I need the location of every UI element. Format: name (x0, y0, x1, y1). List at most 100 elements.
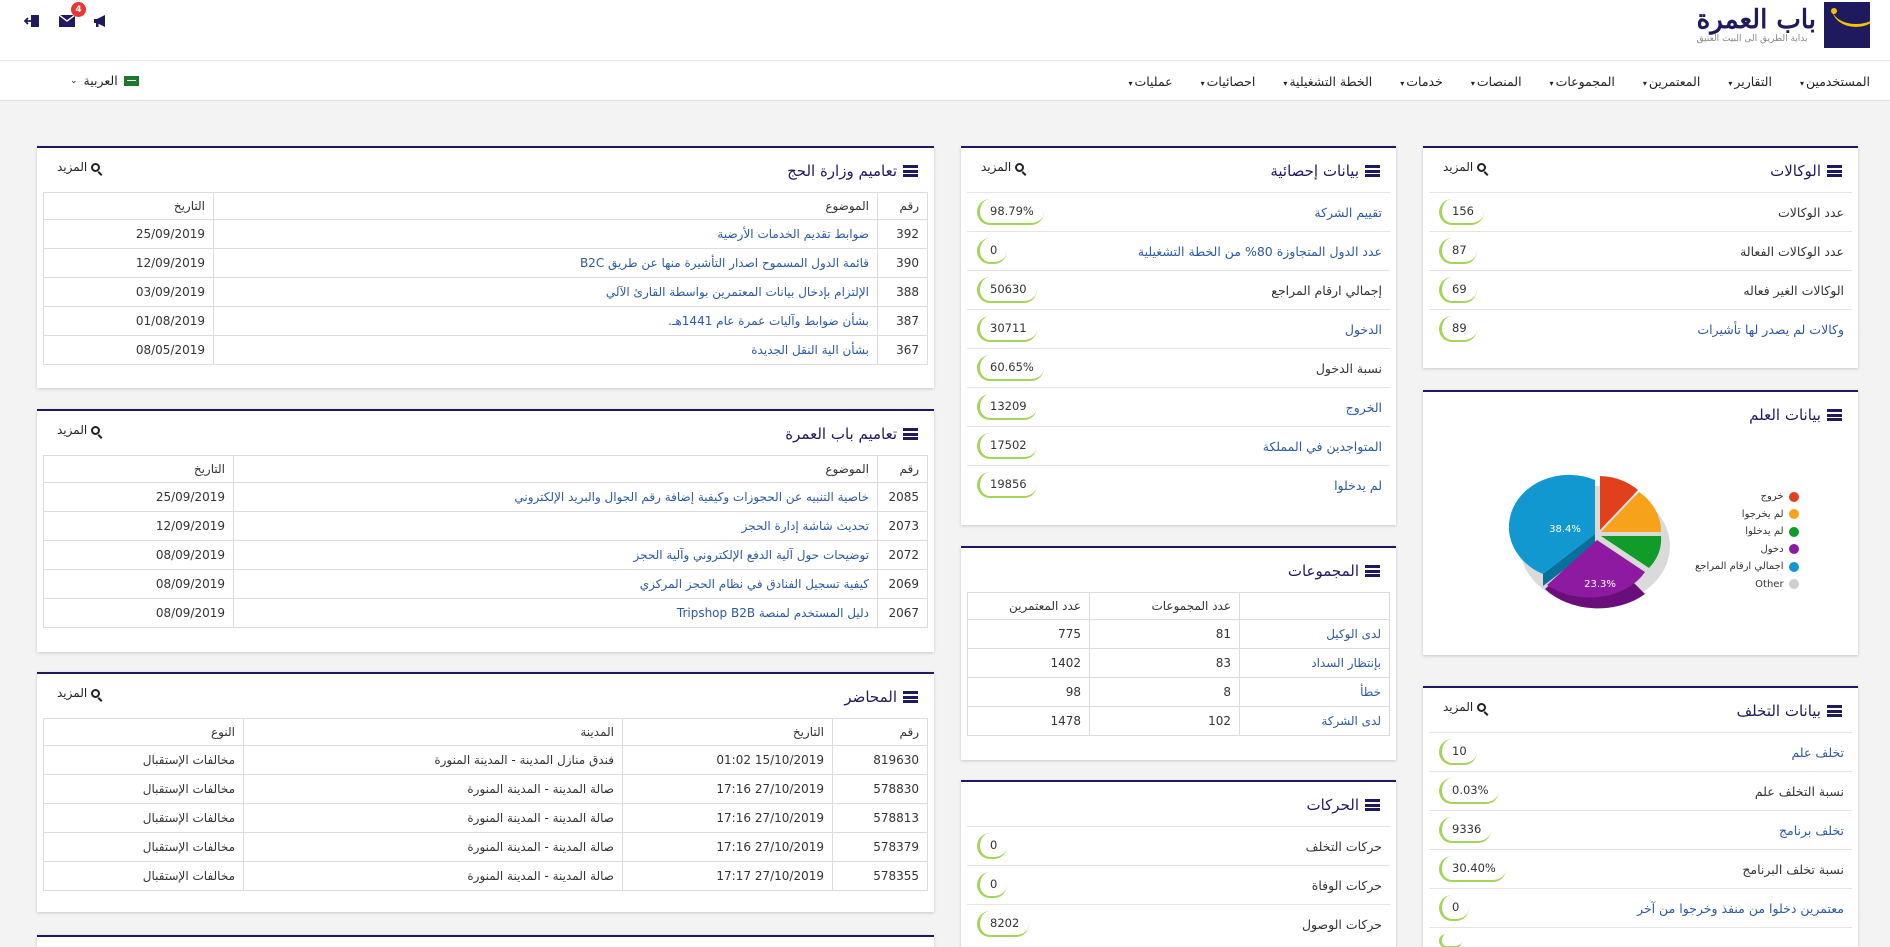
legend-item[interactable]: Other (1695, 576, 1799, 594)
groups-cell[interactable]: لدى الوكيل (1239, 619, 1390, 649)
stats-row-label[interactable]: الخروج (1346, 400, 1382, 415)
statistics-more-link[interactable]: المزيد (981, 160, 1025, 174)
groups-cell[interactable]: لدى الشركة (1239, 706, 1390, 736)
main-nav: المستخدمين▾ التقارير▾ المعتمرين▾ المجموعات▾… (0, 61, 1890, 101)
caret-down-icon: ▾ (1283, 78, 1288, 88)
legend-item[interactable]: دخول (1695, 541, 1799, 559)
flag-data-panel: بيانات العلم 38.4% 23.3% خروج لم يخرجوا لم… (1423, 390, 1858, 655)
ministry-more-link[interactable]: المزيد (57, 160, 101, 174)
legend-item[interactable]: خروج (1695, 488, 1799, 506)
movements-row-value: 0 (977, 833, 1008, 859)
stats-row-value: 19856 (977, 472, 1037, 498)
ministry-header-cell: التاريخ (43, 192, 214, 220)
legend-dot (1788, 509, 1799, 520)
nav-item-label: المجموعات (1555, 73, 1615, 89)
logo[interactable]: باب العمرة بداية الطريق الى البيت العتيق (1697, 2, 1870, 48)
absconding-row-label[interactable]: تخلف برنامج (1779, 823, 1844, 838)
babumrah-cell[interactable]: دليل المستخدم لمنصة Tripshop B2B (233, 598, 878, 628)
babumrah-more-link[interactable]: المزيد (57, 423, 101, 437)
legend-item[interactable]: اجمالي ارقام المراجع (1695, 558, 1799, 576)
legend-item[interactable]: لم يدخلوا (1695, 523, 1799, 541)
absconding-row-value (1439, 934, 1462, 947)
ministry-cell: 03/09/2019 (43, 277, 214, 307)
absconding-row-label[interactable]: تخلف علم (1791, 745, 1844, 760)
absconding-row-value: 30.40% (1439, 856, 1506, 882)
nav-item-1[interactable]: التقارير▾ (1728, 74, 1772, 89)
nav-item-8[interactable]: عمليات▾ (1128, 74, 1172, 89)
babumrah-cell[interactable]: خاصية التنبيه عن الحجوزات وكيفية إضافة ر… (233, 482, 878, 512)
babumrah-cell[interactable]: توضيحات حول آلية الدفع الإلكتروني وآلية … (233, 540, 878, 570)
legend-label: Other (1755, 578, 1784, 590)
ministry-cell[interactable]: ضوابط تقديم الخدمات الأرضية (213, 219, 878, 249)
babumrah-header-cell: التاريخ (43, 455, 234, 483)
nav-item-4[interactable]: المنصات▾ (1471, 74, 1522, 89)
movements-row-label: حركات الوصول (1301, 917, 1382, 932)
nav-item-3[interactable]: المجموعات▾ (1550, 74, 1615, 89)
table-row: 578830 27/10/2019 17:16 صالة المدينة - الم… (43, 774, 928, 804)
stats-row-value: 13209 (977, 394, 1037, 420)
stats-row-label[interactable]: عدد الدول المتجاوزة 80% من الخطة التشغيل… (1138, 244, 1382, 259)
nav-item-label: المعتمرين (1648, 73, 1701, 89)
absconding-row: نسبة التخلف علم 0.03% (1429, 771, 1852, 810)
stats-row-label[interactable]: الدخول (1345, 322, 1382, 337)
groups-cell[interactable]: خطأ (1239, 677, 1390, 707)
nav-item-0[interactable]: المستخدمين▾ (1800, 74, 1870, 89)
absconding-row-value: 10 (1439, 739, 1477, 765)
babumrah-table: رقم الموضوع التاريخ 2085 خاصية التنبيه عن ا… (43, 455, 928, 628)
ministry-cell[interactable]: الإلتزام بإدخال بيانات المعتمرين بواسطة … (213, 277, 878, 307)
caret-down-icon: ▾ (1642, 78, 1647, 88)
groups-table: عدد المجموعات عدد المعتمرين لدى الوكيل 81 7… (967, 592, 1390, 736)
nav-item-7[interactable]: احصائيات▾ (1201, 74, 1256, 89)
babumrah-header-cell: الموضوع (233, 455, 878, 483)
logout-icon[interactable] (22, 10, 44, 32)
ministry-circulars-panel: تعاميم وزارة الحج المزيد رقم الموضوع التار… (37, 146, 934, 388)
top-header: باب العمرة بداية الطريق الى البيت العتيق… (0, 0, 1890, 61)
babumrah-cell[interactable]: تحديث شاشة إدارة الحجز (233, 511, 878, 541)
babumrah-cell[interactable]: كيفية تسجيل الفنادق في نظام الحجز المركز… (233, 569, 878, 599)
language-label: العربية (83, 73, 118, 88)
reports-more-link[interactable]: المزيد (57, 686, 101, 700)
stats-row-label[interactable]: المتواجدين في المملكة (1263, 439, 1382, 454)
caret-down-icon: ▾ (1799, 78, 1804, 88)
agencies-title: الوكالات (1770, 162, 1821, 180)
nav-item-2[interactable]: المعتمرين▾ (1643, 74, 1700, 89)
nav-item-label: الخطة التشغيلية (1289, 73, 1373, 89)
server-icon (1365, 165, 1380, 177)
absconding-row-value: 0.03% (1439, 778, 1499, 804)
stats-row-label[interactable]: لم يدخلوا (1334, 478, 1382, 493)
absconding-row-label[interactable]: معتمرين دخلوا من منفذ وخرجوا من آخر (1637, 901, 1844, 916)
groups-cell: 1478 (967, 706, 1090, 736)
stats-row-label: إجمالي ارقام المراجع (1271, 283, 1382, 298)
stats-row-label[interactable]: تقييم الشركة (1314, 205, 1382, 220)
ministry-cell[interactable]: بشأن الية النقل الجديدة (213, 335, 878, 365)
agencies-more-link[interactable]: المزيد (1443, 160, 1487, 174)
nav-item-6[interactable]: الخطة التشغيلية▾ (1283, 74, 1372, 89)
ministry-cell[interactable]: قائمة الدول المسموح اصدار التأشيرة منها … (213, 248, 878, 278)
agencies-row-label: عدد الوكالات الفعالة (1740, 244, 1844, 259)
table-row: 390 قائمة الدول المسموح اصدار التأشيرة من… (43, 248, 928, 278)
absconding-more-link[interactable]: المزيد (1443, 700, 1487, 714)
legend-dot (1788, 579, 1799, 590)
agencies-panel: الوكالات المزيد عدد الوكالات 156 عدد الوكا… (1423, 146, 1858, 368)
megaphone-icon[interactable] (90, 10, 112, 32)
legend-dot (1788, 491, 1799, 502)
mail-icon[interactable]: 4 (56, 2, 86, 32)
legend-item[interactable]: لم يخرجوا (1695, 506, 1799, 524)
groups-cell[interactable]: بإنتظار السداد (1239, 648, 1390, 678)
search-icon (1015, 162, 1025, 172)
reports-cell: مخالفات الإستقبال (43, 745, 244, 775)
nav-item-5[interactable]: خدمات▾ (1400, 74, 1443, 89)
language-selector[interactable]: العربية ⌄ (70, 73, 139, 88)
table-row: لدى الوكيل 81 775 (967, 619, 1390, 649)
ministry-cell: 367 (877, 335, 928, 365)
table-row: بإنتظار السداد 83 1402 (967, 648, 1390, 678)
caret-down-icon: ▾ (1728, 78, 1733, 88)
reports-cell: صالة المدينة - المدينة المنورة (243, 803, 623, 833)
agencies-row-label[interactable]: وكالات لم يصدر لها تأشيرات (1697, 322, 1844, 337)
reports-cell: صالة المدينة - المدينة المنورة (243, 861, 623, 891)
groups-cell: 8 (1089, 677, 1240, 707)
flag-pie-chart: 38.4% 23.3% (1508, 474, 1670, 609)
babumrah-cell: 2067 (877, 598, 928, 628)
legend-label: لم يدخلوا (1745, 526, 1784, 538)
ministry-cell[interactable]: بشأن ضوابط وآليات عمرة عام 1441هـ. (213, 306, 878, 336)
